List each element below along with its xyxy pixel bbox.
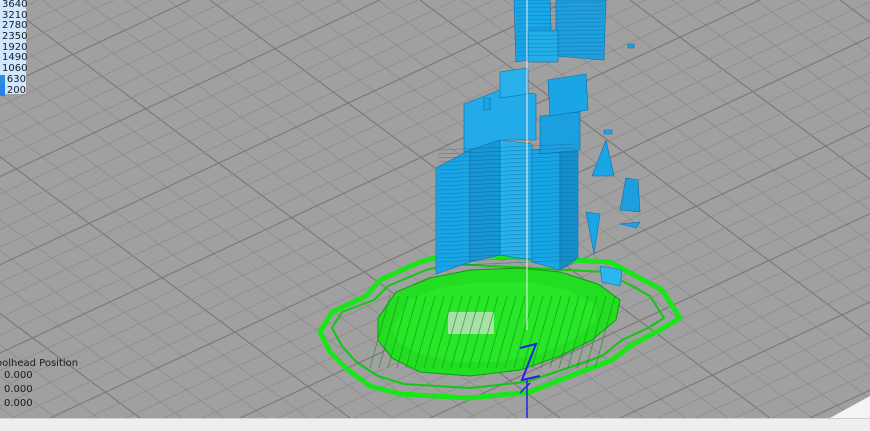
toolhead-y-value: 0.000 (4, 384, 33, 395)
legend-label: 2350 (2, 31, 28, 43)
color-legend: 40703640321027802350192014901060630200 (0, 0, 28, 96)
legend-row: 2350 (0, 31, 28, 43)
toolhead-position-title: oolhead Position (0, 358, 79, 369)
toolhead-x-value: 0.000 (4, 370, 33, 381)
legend-label: 1490 (2, 52, 28, 64)
legend-label: 3640 (2, 0, 28, 11)
legend-swatch (0, 74, 5, 86)
legend-label: 1060 (2, 63, 28, 75)
toolhead-position-panel: oolhead Position 0.000 0.000 0.000 (0, 358, 78, 411)
legend-label: 3210 (2, 9, 28, 21)
legend-label: 630 (6, 73, 26, 85)
3d-viewport[interactable]: 40703640321027802350192014901060630200 o… (0, 0, 870, 418)
legend-row: 200 (0, 85, 26, 96)
legend-row: 630 (0, 73, 26, 86)
legend-label: 200 (6, 84, 26, 96)
legend-swatch (0, 85, 5, 96)
legend-row: 1060 (0, 63, 28, 75)
legend-label: 1920 (2, 41, 28, 53)
status-bar (0, 418, 870, 431)
legend-label: 2780 (2, 20, 28, 32)
legend-row: 3640 (0, 0, 28, 11)
toolhead-z-value: 0.000 (4, 398, 33, 409)
print-preview-canvas[interactable] (0, 0, 870, 418)
